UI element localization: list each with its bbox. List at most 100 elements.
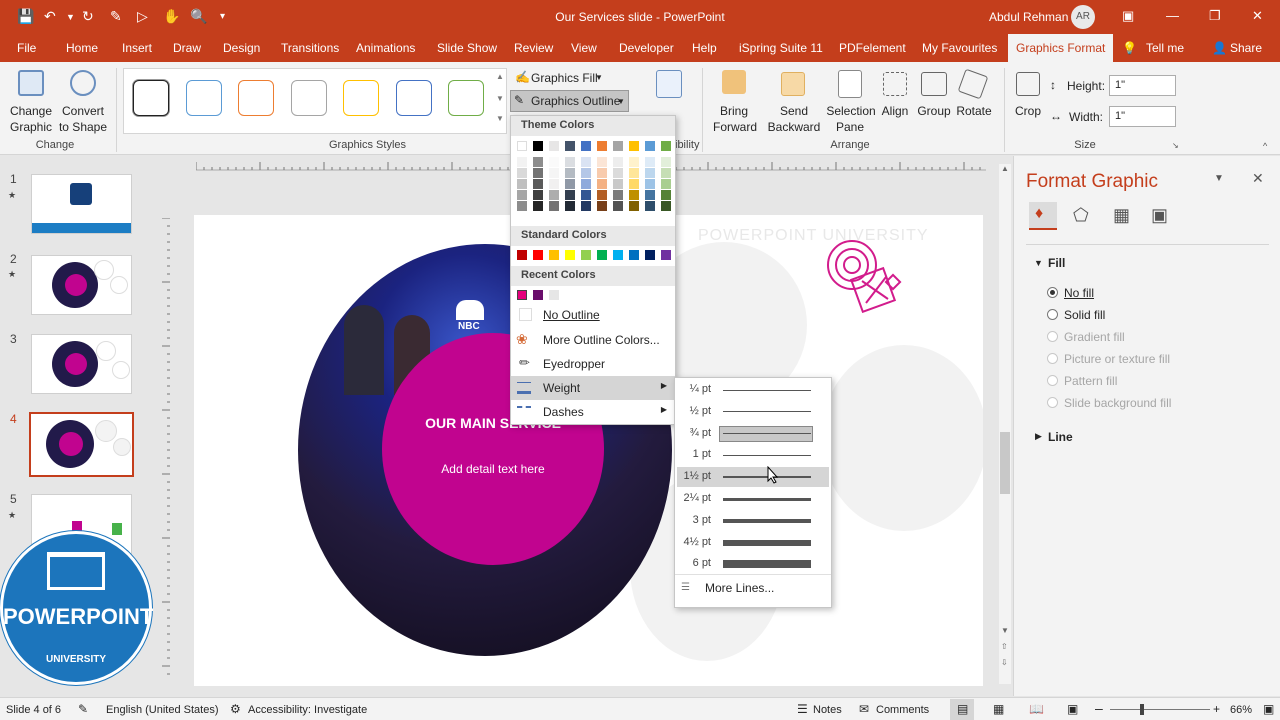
expand-fill-icon[interactable]: ▼: [1034, 258, 1043, 268]
theme-color-shade-swatch[interactable]: [565, 190, 575, 200]
standard-color-swatch[interactable]: [597, 250, 607, 260]
weight-option[interactable]: 1 pt: [677, 445, 829, 465]
scroll-up-icon[interactable]: ▲: [1001, 164, 1009, 173]
theme-color-shade-swatch[interactable]: [581, 168, 591, 178]
zoom-level[interactable]: 66%: [1230, 704, 1252, 716]
theme-color-shade-swatch[interactable]: [661, 179, 671, 189]
picture-tab-icon[interactable]: ▣: [1151, 205, 1168, 226]
expand-line-icon[interactable]: ▶: [1035, 431, 1042, 442]
bring-forward-label-1[interactable]: Bring: [712, 104, 756, 119]
theme-color-shade-swatch[interactable]: [549, 179, 559, 189]
tab-help[interactable]: Help: [692, 41, 717, 55]
theme-color-swatch[interactable]: [597, 141, 607, 151]
align-label[interactable]: Align: [878, 104, 912, 119]
weight-option[interactable]: 3 pt: [677, 511, 829, 531]
theme-color-swatch[interactable]: [613, 141, 623, 151]
more-outline-colors-item[interactable]: ❀ More Outline Colors...: [511, 328, 675, 352]
theme-color-swatch[interactable]: [661, 141, 671, 151]
tab-view[interactable]: View: [571, 41, 597, 55]
theme-color-shade-swatch[interactable]: [645, 201, 655, 211]
theme-color-shade-swatch[interactable]: [533, 168, 543, 178]
theme-color-swatch[interactable]: [629, 141, 639, 151]
graphics-outline-label[interactable]: Graphics Outline: [531, 94, 620, 108]
theme-color-shade-swatch[interactable]: [645, 168, 655, 178]
vertical-scrollbar[interactable]: [999, 164, 1011, 684]
theme-color-shade-swatch[interactable]: [645, 157, 655, 167]
theme-color-shade-swatch[interactable]: [629, 190, 639, 200]
style-swatch-5[interactable]: [343, 80, 379, 116]
style-swatch-4[interactable]: [291, 80, 327, 116]
zoom-slider-thumb[interactable]: [1140, 704, 1144, 715]
tab-graphics-format[interactable]: Graphics Format: [1008, 34, 1114, 62]
style-swatch-1[interactable]: [133, 80, 169, 116]
tab-review[interactable]: Review: [514, 41, 553, 55]
tab-my-favourites[interactable]: My Favourites: [922, 41, 997, 55]
theme-color-shade-swatch[interactable]: [533, 157, 543, 167]
theme-color-shade-swatch[interactable]: [597, 179, 607, 189]
zoom-in-icon[interactable]: +: [1213, 702, 1220, 716]
theme-color-shade-swatch[interactable]: [613, 157, 623, 167]
selection-pane-label-1[interactable]: Selection: [825, 104, 877, 119]
theme-color-shade-swatch[interactable]: [565, 201, 575, 211]
no-outline-item[interactable]: No Outline: [511, 303, 675, 327]
theme-color-shade-swatch[interactable]: [581, 201, 591, 211]
standard-color-swatch[interactable]: [549, 250, 559, 260]
comments-icon[interactable]: ✉: [859, 702, 869, 716]
share-button[interactable]: Share: [1230, 41, 1262, 55]
theme-color-shade-swatch[interactable]: [581, 157, 591, 167]
slide-thumbnail-3[interactable]: [31, 334, 132, 394]
tab-design[interactable]: Design: [223, 41, 260, 55]
recent-color-swatch[interactable]: [549, 290, 559, 300]
rotate-icon[interactable]: [957, 68, 989, 100]
bring-forward-icon[interactable]: [722, 70, 746, 94]
close-pane-icon[interactable]: ✕: [1252, 170, 1264, 187]
theme-color-shade-swatch[interactable]: [613, 190, 623, 200]
solid-fill-radio[interactable]: [1047, 309, 1058, 320]
theme-color-shade-swatch[interactable]: [549, 190, 559, 200]
crop-label[interactable]: Crop: [1010, 104, 1046, 119]
main-service-detail[interactable]: Add detail text here: [382, 462, 604, 476]
pane-options-icon[interactable]: ▼: [1214, 173, 1224, 184]
theme-color-shade-swatch[interactable]: [581, 179, 591, 189]
theme-color-shade-swatch[interactable]: [533, 179, 543, 189]
weight-option[interactable]: 1½ pt: [677, 467, 829, 488]
theme-color-shade-swatch[interactable]: [533, 201, 543, 211]
theme-color-shade-swatch[interactable]: [661, 190, 671, 200]
theme-color-shade-swatch[interactable]: [645, 179, 655, 189]
standard-color-swatch[interactable]: [629, 250, 639, 260]
standard-color-swatch[interactable]: [645, 250, 655, 260]
ribbon-display-icon[interactable]: ▣: [1122, 8, 1134, 24]
theme-color-shade-swatch[interactable]: [565, 179, 575, 189]
change-graphic-label-2[interactable]: Graphic: [6, 120, 56, 135]
change-graphic-label-1[interactable]: Change: [8, 104, 54, 119]
theme-color-shade-swatch[interactable]: [533, 190, 543, 200]
slide-sorter-icon[interactable]: ▦: [993, 702, 1004, 716]
next-slide-icon[interactable]: ⇩: [1001, 658, 1008, 667]
close-window-icon[interactable]: ✕: [1252, 8, 1263, 24]
slide-thumbnail-2[interactable]: [31, 255, 132, 315]
tab-developer[interactable]: Developer: [619, 41, 674, 55]
prev-slide-icon[interactable]: ⇧: [1001, 642, 1008, 651]
weight-item[interactable]: Weight ▶: [511, 376, 675, 400]
weight-option[interactable]: ¾ pt: [677, 424, 829, 444]
reading-view-icon[interactable]: 📖: [1029, 702, 1044, 716]
theme-color-shade-swatch[interactable]: [597, 201, 607, 211]
standard-color-swatch[interactable]: [661, 250, 671, 260]
zoom-slider[interactable]: [1110, 709, 1210, 710]
align-icon[interactable]: [883, 72, 907, 96]
eyedropper-item[interactable]: ✏ Eyedropper: [511, 352, 675, 376]
theme-color-shade-swatch[interactable]: [517, 201, 527, 211]
theme-color-shade-swatch[interactable]: [565, 168, 575, 178]
size-launcher-icon[interactable]: ↘: [1172, 141, 1179, 150]
theme-color-shade-swatch[interactable]: [549, 201, 559, 211]
theme-color-shade-swatch[interactable]: [661, 201, 671, 211]
theme-color-shade-swatch[interactable]: [549, 157, 559, 167]
convert-to-shape-icon[interactable]: [70, 70, 96, 96]
share-icon[interactable]: 👤: [1212, 41, 1227, 55]
group-label[interactable]: Group: [916, 104, 952, 119]
fill-section-header[interactable]: Fill: [1048, 256, 1065, 270]
crop-icon[interactable]: [1016, 72, 1040, 96]
gallery-more-icon[interactable]: ▼: [496, 114, 504, 123]
restore-icon[interactable]: ❐: [1209, 8, 1221, 24]
fit-slide-icon[interactable]: ▣: [1263, 702, 1274, 716]
